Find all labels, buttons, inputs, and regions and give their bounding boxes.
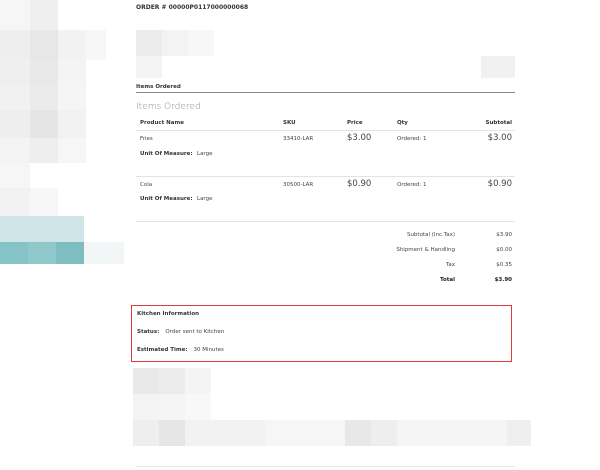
estimated-time-value: 30 Minutes bbox=[193, 347, 224, 353]
totals-label: Subtotal (Inc.Tax) bbox=[406, 232, 455, 238]
product-price: $3.00 bbox=[347, 133, 372, 143]
status-value: Order sent to Kitchen bbox=[165, 329, 225, 335]
kitchen-title: Kitchen Information bbox=[137, 311, 200, 317]
items-section-heading: Items Ordered bbox=[136, 84, 181, 90]
table-header-divider bbox=[136, 130, 515, 131]
col-subtotal: Subtotal bbox=[485, 120, 512, 126]
grand-total-value: $3.90 bbox=[494, 277, 512, 283]
sidebar bbox=[0, 0, 125, 470]
product-qty: Ordered: 1 bbox=[397, 136, 427, 142]
uom-value: Large bbox=[197, 151, 213, 157]
order-title: ORDER # 00000P0117000000068 bbox=[136, 4, 249, 11]
col-sku: SKU bbox=[283, 120, 296, 126]
action-blurred bbox=[481, 56, 515, 78]
grand-total-label: Total bbox=[439, 277, 455, 283]
product-price: $0.90 bbox=[347, 179, 372, 189]
uom-label: Unit Of Measure: bbox=[140, 151, 193, 157]
totals-value: $3.90 bbox=[496, 232, 512, 238]
totals-value: $0.35 bbox=[496, 262, 512, 268]
totals-label: Tax bbox=[445, 262, 455, 268]
status-label: Status: bbox=[137, 329, 160, 335]
col-qty: Qty bbox=[397, 120, 408, 126]
order-info-blurred bbox=[136, 30, 162, 56]
items-title: Items Ordered bbox=[136, 102, 201, 112]
sidebar-active-item[interactable] bbox=[0, 216, 84, 242]
totals-value: $0.00 bbox=[496, 247, 512, 253]
product-sku: 30500-LAR bbox=[283, 182, 314, 188]
totals-label: Shipment & Handling bbox=[396, 247, 455, 253]
row-divider bbox=[136, 221, 515, 222]
col-product-name: Product Name bbox=[140, 120, 184, 126]
kitchen-status: Status: Order sent to Kitchen bbox=[137, 329, 224, 335]
uom-label: Unit Of Measure: bbox=[140, 196, 193, 202]
section-divider bbox=[136, 92, 515, 93]
product-name: Cola bbox=[140, 182, 153, 188]
estimated-time-label: Estimated Time: bbox=[137, 347, 188, 353]
product-qty: Ordered: 1 bbox=[397, 182, 427, 188]
kitchen-estimated-time: Estimated Time: 30 Minutes bbox=[137, 347, 224, 353]
uom-value: Large bbox=[197, 196, 213, 202]
product-subtotal: $3.00 bbox=[487, 133, 512, 143]
product-name: Fries bbox=[140, 136, 153, 142]
col-price: Price bbox=[347, 120, 363, 126]
kitchen-information-panel: Kitchen Information Status: Order sent to… bbox=[131, 305, 512, 362]
product-sku: 33410-LAR bbox=[283, 136, 314, 142]
product-subtotal: $0.90 bbox=[487, 179, 512, 189]
row-divider bbox=[136, 176, 515, 177]
